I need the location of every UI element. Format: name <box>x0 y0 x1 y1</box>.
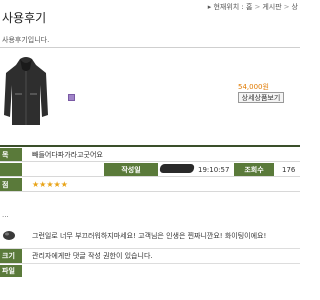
home-icon: ▸ <box>207 3 212 11</box>
comment-text: 그런일로 너무 부끄러워하지마세요! 고객님은 인생은 찐짜니깐요! 화이팅이에… <box>32 232 267 240</box>
page-title: 사용후기 <box>2 11 47 25</box>
views-label: 조회수 <box>234 163 274 176</box>
comment-item: 그런일로 너무 부끄러워하지마세요! 고객님은 인생은 찐짜니깐요! 화이팅이에… <box>2 230 298 242</box>
post-meta-row: 작성일 19:10:57 조회수 176 <box>0 163 300 177</box>
product-price: 54,000원 <box>238 83 269 91</box>
post-subject: 빼들어다파가라고굿어요 <box>32 150 103 159</box>
breadcrumb-location-label: 현재위치 : <box>213 3 244 11</box>
comment-form-row: 크기 관리자에게만 댓글 작성 권한이 있습니다. <box>0 248 300 264</box>
post-views: 176 <box>282 165 296 174</box>
attachment-row: 파일 <box>0 265 300 277</box>
post-date: 19:10:57 <box>198 165 230 174</box>
subject-label: 목 <box>0 148 22 161</box>
post-subject-row: 목 빼들어다파가라고굿어요 <box>0 148 300 162</box>
comment-permission-notice: 관리자에게만 댓글 작성 권한이 있습니다. <box>32 252 153 260</box>
post-body: ... <box>2 211 9 219</box>
product-image[interactable] <box>2 55 50 127</box>
comment-form-label: 크기 <box>0 249 22 263</box>
commenter-avatar-icon <box>3 231 15 240</box>
page-description: 사용후기입니다. <box>2 36 50 44</box>
divider <box>0 145 300 147</box>
breadcrumb-separator: > <box>254 3 261 11</box>
post-rating-row: 점 ★★★★★ <box>0 178 300 192</box>
breadcrumb-home-link[interactable]: 홈 <box>246 3 252 11</box>
breadcrumb-separator: > <box>283 3 290 11</box>
product-thumbnail-icon[interactable] <box>68 94 75 101</box>
author-date-label: 작성일 <box>104 163 158 176</box>
meta-label-bar <box>0 163 22 176</box>
divider <box>0 47 300 48</box>
product-detail-button[interactable]: 상세상품보기 <box>238 92 284 103</box>
author-name-redacted <box>159 164 195 173</box>
breadcrumb-board-link[interactable]: 게시판 <box>262 3 281 11</box>
attachment-label: 파일 <box>0 265 22 277</box>
rating-label: 점 <box>0 178 22 191</box>
rating-stars: ★★★★★ <box>32 180 68 189</box>
breadcrumb: ▸ 현재위치 : 홈 > 게시판 > 상 <box>208 2 298 12</box>
breadcrumb-current: 상 <box>291 3 298 11</box>
